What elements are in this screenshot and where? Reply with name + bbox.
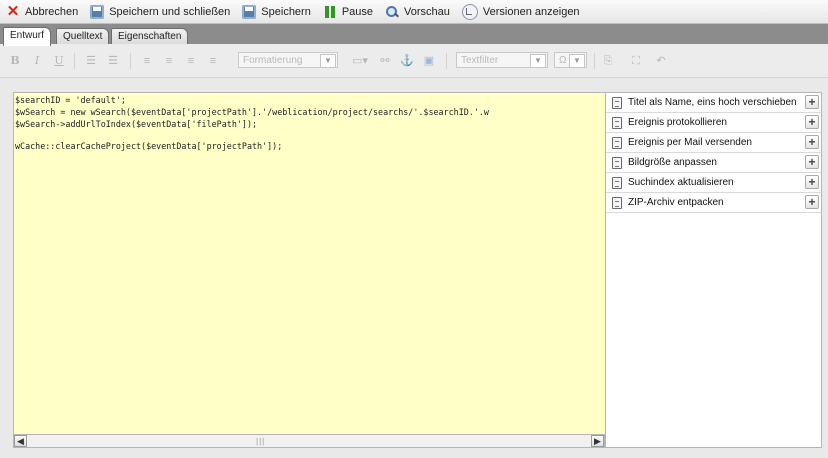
code-line: wCache::clearCacheProject($eventData['pr… [15, 141, 283, 151]
cancel-label: Abbrechen [25, 5, 79, 18]
add-action-button[interactable]: + [805, 175, 819, 189]
action-item-label: Titel als Name, eins hoch verschieben [628, 97, 797, 108]
tab-source[interactable]: Quelltext [56, 28, 110, 45]
pause-button[interactable]: Pause [317, 0, 379, 23]
preview-label: Vorschau [404, 5, 450, 18]
align-justify-icon[interactable]: ≡ [206, 53, 220, 69]
action-item-label: Ereignis per Mail versenden [628, 137, 752, 148]
action-item-unzip-archive[interactable]: ZIP-Archiv entpacken + [606, 193, 821, 213]
align-right-icon[interactable]: ≡ [184, 53, 198, 69]
underline-button[interactable]: U [52, 53, 66, 69]
italic-button[interactable]: I [30, 53, 44, 69]
action-item-resize-image[interactable]: Bildgröße anpassen + [606, 153, 821, 173]
document-icon [612, 116, 622, 129]
document-icon [612, 136, 622, 149]
ordered-list-icon[interactable]: ☰ [84, 53, 98, 69]
table-icon[interactable]: ▭▾ [348, 53, 372, 69]
tab-draft[interactable]: Entwurf [3, 27, 51, 46]
format-toolbar: B I U ☰ ☰ ≡ ≡ ≡ ≡ Formatierung ▼ ▭▾ ⚯ ⚓ … [0, 44, 828, 78]
anchor-icon[interactable]: ⚓ [400, 53, 414, 69]
actions-panel: Titel als Name, eins hoch verschieben + … [605, 92, 822, 448]
add-action-button[interactable]: + [805, 115, 819, 129]
show-versions-button[interactable]: Versionen anzeigen [456, 0, 586, 23]
add-action-button[interactable]: + [805, 195, 819, 209]
action-item-label: Ereignis protokollieren [628, 117, 727, 128]
format-select[interactable]: Formatierung ▼ [238, 52, 338, 68]
horizontal-scrollbar[interactable]: ◀ ||| ▶ [13, 434, 605, 448]
action-item-mail-event[interactable]: Ereignis per Mail versenden + [606, 133, 821, 153]
link-icon[interactable]: ⚯ [378, 53, 392, 69]
show-versions-label: Versionen anzeigen [482, 5, 580, 18]
text-filter-select[interactable]: Textfilter ▼ [456, 52, 548, 68]
action-item-label: Suchindex aktualisieren [628, 177, 734, 188]
align-center-icon[interactable]: ≡ [162, 53, 176, 69]
format-select-value: Formatierung [243, 55, 303, 66]
fullscreen-icon[interactable]: ⛶ [629, 53, 643, 69]
pause-icon [323, 5, 337, 19]
scroll-left-arrow-icon[interactable]: ◀ [14, 435, 27, 447]
pause-label: Pause [341, 5, 374, 18]
versions-icon [461, 3, 478, 20]
unordered-list-icon[interactable]: ☰ [106, 53, 120, 69]
add-action-button[interactable]: + [805, 135, 819, 149]
magnifier-icon [385, 5, 399, 19]
save-button[interactable]: Speichern [236, 0, 317, 23]
undo-icon[interactable]: ↶ [654, 53, 668, 69]
toolbar-divider [594, 53, 595, 69]
save-label: Speichern [261, 5, 311, 18]
toolbar-divider [74, 53, 75, 69]
save-disk-icon [90, 4, 105, 19]
action-item-log-event[interactable]: Ereignis protokollieren + [606, 113, 821, 133]
document-icon [612, 96, 622, 109]
tab-properties[interactable]: Eigenschaften [111, 28, 189, 45]
action-item-label: Bildgröße anpassen [628, 157, 717, 168]
add-action-button[interactable]: + [805, 155, 819, 169]
image-icon[interactable]: ▣ [422, 53, 436, 69]
toolbar-divider [130, 53, 131, 69]
bold-button[interactable]: B [8, 53, 22, 69]
align-left-icon[interactable]: ≡ [140, 53, 154, 69]
cancel-button[interactable]: ✕ Abbrechen [0, 0, 84, 23]
save-and-close-label: Speichern und schließen [109, 5, 231, 18]
preview-button[interactable]: Vorschau [379, 0, 456, 23]
paste-icon[interactable]: ⎘ [601, 53, 615, 69]
add-action-button[interactable]: + [805, 95, 819, 109]
code-editor[interactable]: $searchID = 'default'; $wSearch = new wS… [13, 92, 607, 435]
top-toolbar: ✕ Abbrechen Speichern und schließen Spei… [0, 0, 828, 24]
document-icon [612, 196, 622, 209]
save-and-close-button[interactable]: Speichern und schließen [84, 0, 236, 23]
close-icon: ✕ [6, 2, 20, 20]
code-line: $searchID = 'default'; [15, 95, 126, 105]
chevron-down-icon: ▼ [320, 54, 336, 68]
scrollbar-grip-icon: ||| [256, 437, 266, 446]
text-filter-select-value: Textfilter [461, 55, 499, 66]
chevron-down-icon: ▼ [530, 54, 546, 68]
action-item-move-title[interactable]: Titel als Name, eins hoch verschieben + [606, 93, 821, 113]
save-disk-icon [242, 4, 257, 19]
code-line: $wSearch->addUrlToIndex($eventData['file… [15, 119, 258, 129]
tab-bar: Entwurf Quelltext Eigenschaften [0, 24, 828, 46]
document-icon [612, 156, 622, 169]
special-char-value: Ω [559, 55, 567, 66]
chevron-down-icon: ▼ [569, 54, 585, 68]
code-line: $wSearch = new wSearch($eventData['proje… [15, 107, 489, 117]
toolbar-divider [446, 53, 447, 69]
special-char-select[interactable]: Ω ▼ [554, 52, 587, 68]
action-item-label: ZIP-Archiv entpacken [628, 197, 724, 208]
scroll-right-arrow-icon[interactable]: ▶ [591, 435, 604, 447]
action-item-update-search-index[interactable]: Suchindex aktualisieren + [606, 173, 821, 193]
document-icon [612, 176, 622, 189]
